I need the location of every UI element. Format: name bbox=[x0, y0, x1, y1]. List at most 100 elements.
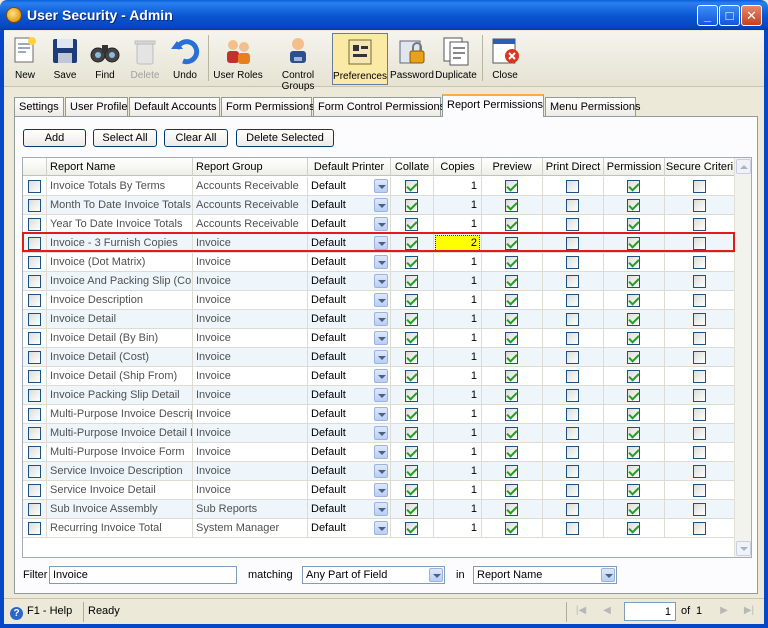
default-printer-select[interactable]: Default bbox=[308, 253, 391, 272]
copies-cell[interactable]: 1 bbox=[434, 291, 482, 310]
field-select[interactable]: Report Name bbox=[473, 566, 617, 584]
secure-criteria-checkbox[interactable] bbox=[693, 275, 706, 288]
next-page-icon[interactable]: ▶ bbox=[717, 604, 731, 618]
print-direct-checkbox[interactable] bbox=[566, 351, 579, 364]
chevron-down-icon[interactable] bbox=[374, 445, 388, 459]
page-number-input[interactable]: 1 bbox=[624, 602, 676, 621]
default-printer-select[interactable]: Default bbox=[308, 196, 391, 215]
row-select-checkbox[interactable] bbox=[28, 180, 41, 193]
table-row[interactable]: Invoice Detail (Ship From) Invoice Default… bbox=[23, 367, 735, 386]
table-row[interactable]: Multi-Purpose Invoice Form Invoice Default… bbox=[23, 443, 735, 462]
row-select-checkbox[interactable] bbox=[28, 446, 41, 459]
collate-checkbox[interactable] bbox=[405, 465, 418, 478]
collate-checkbox[interactable] bbox=[405, 408, 418, 421]
copies-cell[interactable]: 1 bbox=[434, 519, 482, 538]
save-button[interactable]: Save bbox=[46, 33, 84, 85]
first-page-icon[interactable]: |◀ bbox=[574, 604, 588, 618]
collate-checkbox[interactable] bbox=[405, 522, 418, 535]
print-direct-checkbox[interactable] bbox=[566, 313, 579, 326]
collate-checkbox[interactable] bbox=[405, 446, 418, 459]
chevron-down-icon[interactable] bbox=[374, 331, 388, 345]
default-printer-select[interactable]: Default bbox=[308, 329, 391, 348]
collate-checkbox[interactable] bbox=[405, 256, 418, 269]
default-printer-select[interactable]: Default bbox=[308, 310, 391, 329]
secure-criteria-checkbox[interactable] bbox=[693, 199, 706, 212]
clear-all-button[interactable]: Clear All bbox=[164, 129, 228, 147]
permission-checkbox[interactable] bbox=[627, 218, 640, 231]
secure-criteria-checkbox[interactable] bbox=[693, 503, 706, 516]
preview-checkbox[interactable] bbox=[505, 199, 518, 212]
copies-cell[interactable]: 1 bbox=[434, 272, 482, 291]
permission-checkbox[interactable] bbox=[627, 294, 640, 307]
permission-checkbox[interactable] bbox=[627, 427, 640, 440]
default-printer-select[interactable]: Default bbox=[308, 234, 391, 253]
permission-checkbox[interactable] bbox=[627, 446, 640, 459]
preview-checkbox[interactable] bbox=[505, 427, 518, 440]
collate-checkbox[interactable] bbox=[405, 389, 418, 402]
copies-cell[interactable]: 1 bbox=[434, 481, 482, 500]
undo-button[interactable]: Undo bbox=[166, 33, 204, 85]
default-printer-select[interactable]: Default bbox=[308, 500, 391, 519]
chevron-down-icon[interactable] bbox=[374, 502, 388, 516]
tab-form-control-permissions[interactable]: Form Control Permissions bbox=[313, 97, 445, 116]
table-row[interactable]: Invoice Detail (By Bin) Invoice Default 1 bbox=[23, 329, 735, 348]
copies-cell[interactable]: 1 bbox=[434, 348, 482, 367]
row-select-checkbox[interactable] bbox=[28, 522, 41, 535]
tab-report-permissions[interactable]: Report Permissions bbox=[442, 94, 544, 117]
row-select-checkbox[interactable] bbox=[28, 389, 41, 402]
chevron-down-icon[interactable] bbox=[374, 198, 388, 212]
copies-cell[interactable]: 1 bbox=[434, 500, 482, 519]
user-roles-button[interactable]: User Roles bbox=[212, 33, 264, 85]
default-printer-select[interactable]: Default bbox=[308, 272, 391, 291]
print-direct-checkbox[interactable] bbox=[566, 522, 579, 535]
secure-criteria-checkbox[interactable] bbox=[693, 313, 706, 326]
print-direct-checkbox[interactable] bbox=[566, 446, 579, 459]
collate-checkbox[interactable] bbox=[405, 351, 418, 364]
preview-checkbox[interactable] bbox=[505, 446, 518, 459]
secure-criteria-checkbox[interactable] bbox=[693, 389, 706, 402]
copies-cell[interactable]: 1 bbox=[434, 177, 482, 196]
scroll-up-icon[interactable] bbox=[736, 159, 751, 174]
chevron-down-icon[interactable] bbox=[374, 388, 388, 402]
minimize-button[interactable]: _ bbox=[697, 5, 718, 26]
print-direct-checkbox[interactable] bbox=[566, 332, 579, 345]
row-select-checkbox[interactable] bbox=[28, 237, 41, 250]
print-direct-checkbox[interactable] bbox=[566, 237, 579, 250]
table-row[interactable]: Service Invoice Detail Invoice Default 1 bbox=[23, 481, 735, 500]
row-select-checkbox[interactable] bbox=[28, 503, 41, 516]
secure-criteria-checkbox[interactable] bbox=[693, 351, 706, 364]
row-select-checkbox[interactable] bbox=[28, 370, 41, 383]
collate-checkbox[interactable] bbox=[405, 503, 418, 516]
copies-cell[interactable]: 1 bbox=[434, 196, 482, 215]
table-row[interactable]: Invoice Totals By Terms Accounts Receivab… bbox=[23, 177, 735, 196]
print-direct-checkbox[interactable] bbox=[566, 275, 579, 288]
row-select-checkbox[interactable] bbox=[28, 427, 41, 440]
chevron-down-icon[interactable] bbox=[374, 274, 388, 288]
collate-checkbox[interactable] bbox=[405, 370, 418, 383]
default-printer-select[interactable]: Default bbox=[308, 215, 391, 234]
password-button[interactable]: Password bbox=[390, 33, 434, 85]
preview-checkbox[interactable] bbox=[505, 313, 518, 326]
tab-user-profile[interactable]: User Profile bbox=[65, 97, 128, 116]
copies-cell[interactable]: 1 bbox=[434, 253, 482, 272]
table-row[interactable]: Invoice And Packing Slip (Com Invoice Defa… bbox=[23, 272, 735, 291]
chevron-down-icon[interactable] bbox=[374, 350, 388, 364]
previous-page-icon[interactable]: ◀ bbox=[600, 604, 614, 618]
chevron-down-icon[interactable] bbox=[374, 217, 388, 231]
copies-cell[interactable]: 1 bbox=[434, 462, 482, 481]
collate-checkbox[interactable] bbox=[405, 180, 418, 193]
default-printer-select[interactable]: Default bbox=[308, 177, 391, 196]
row-select-checkbox[interactable] bbox=[28, 275, 41, 288]
row-select-checkbox[interactable] bbox=[28, 199, 41, 212]
copies-cell[interactable]: 1 bbox=[434, 329, 482, 348]
default-printer-select[interactable]: Default bbox=[308, 424, 391, 443]
close-button[interactable]: Close bbox=[486, 33, 524, 85]
default-printer-select[interactable]: Default bbox=[308, 367, 391, 386]
table-row[interactable]: Multi-Purpose Invoice Detail F Invoice Def… bbox=[23, 424, 735, 443]
control-groups-button[interactable]: Control Groups bbox=[265, 33, 331, 92]
duplicate-button[interactable]: Duplicate bbox=[434, 33, 478, 85]
preview-checkbox[interactable] bbox=[505, 408, 518, 421]
select-all-button[interactable]: Select All bbox=[93, 129, 157, 147]
help-link[interactable]: ? F1 - Help bbox=[10, 605, 72, 620]
close-window-button[interactable]: ✕ bbox=[741, 5, 762, 26]
